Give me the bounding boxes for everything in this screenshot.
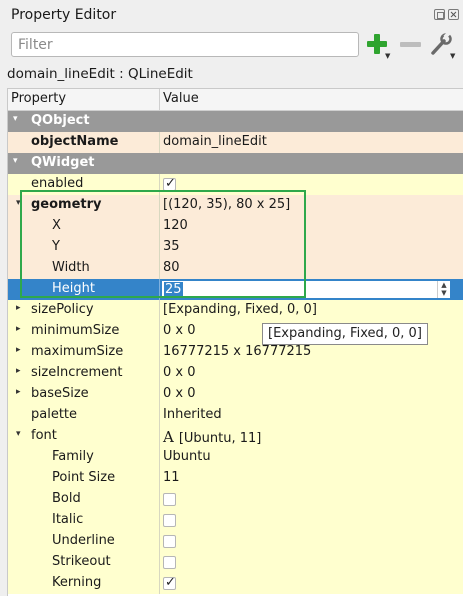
title-buttons (434, 9, 459, 20)
property-row-bold[interactable]: Bold (8, 489, 463, 510)
group-qwidget[interactable]: ▾ QWidget (8, 153, 463, 174)
property-row-font[interactable]: ▾ font A [Ubuntu, 11] (8, 426, 463, 447)
property-row-width[interactable]: Width 80 (8, 258, 463, 279)
collapse-arrow-icon[interactable]: ▾ (16, 198, 21, 208)
add-property-button[interactable]: ▼ (366, 32, 391, 60)
expand-arrow-icon[interactable]: ▸ (16, 345, 21, 355)
property-row-sizeincrement[interactable]: ▸ sizeIncrement 0 x 0 (8, 363, 463, 384)
filter-field[interactable] (11, 32, 359, 57)
collapse-arrow-icon[interactable]: ▾ (16, 429, 21, 439)
property-row-y[interactable]: Y 35 (8, 237, 463, 258)
property-row-enabled[interactable]: enabled (8, 174, 463, 195)
float-icon[interactable] (434, 9, 445, 20)
property-row-objectname[interactable]: objectName domain_lineEdit (8, 132, 463, 153)
group-qobject[interactable]: ▾ QObject (8, 111, 463, 132)
enabled-checkbox[interactable] (163, 176, 176, 191)
property-row-italic[interactable]: Italic (8, 510, 463, 531)
header-value[interactable]: Value (163, 91, 199, 106)
window-title: Property Editor (11, 7, 117, 23)
sizepolicy-tooltip: [Expanding, Fixed, 0, 0] (262, 323, 428, 345)
tree-header: Property Value (8, 89, 463, 111)
property-row-height[interactable]: Height 25 ▲ ▼ (8, 279, 463, 300)
bold-checkbox[interactable] (163, 493, 176, 506)
collapse-arrow-icon[interactable]: ▾ (13, 114, 18, 124)
object-class-label: domain_lineEdit : QLineEdit (7, 66, 193, 82)
title-bar: Property Editor (0, 0, 463, 30)
header-property[interactable]: Property (11, 91, 66, 106)
strikeout-checkbox[interactable] (163, 556, 176, 569)
filter-input[interactable] (12, 33, 358, 56)
property-row-family[interactable]: Family Ubuntu (8, 447, 463, 468)
remove-property-button[interactable] (400, 42, 421, 47)
property-row-pointsize[interactable]: Point Size 11 (8, 468, 463, 489)
property-row-kerning[interactable]: Kerning (8, 573, 463, 594)
dropdown-arrow-icon: ▼ (450, 52, 456, 60)
dropdown-arrow-icon: ▼ (385, 52, 391, 60)
property-row-x[interactable]: X 120 (8, 216, 463, 237)
property-row-sizepolicy[interactable]: ▸ sizePolicy [Expanding, Fixed, 0, 0] (8, 300, 463, 321)
collapse-arrow-icon[interactable]: ▾ (13, 156, 18, 166)
property-row-basesize[interactable]: ▸ baseSize 0 x 0 (8, 384, 463, 405)
expand-arrow-icon[interactable]: ▸ (16, 303, 21, 313)
height-spinbox[interactable]: 25 ▲ ▼ (161, 280, 451, 299)
expand-arrow-icon[interactable]: ▸ (16, 324, 21, 334)
property-row-maximumsize[interactable]: ▸ maximumSize 16777215 x 16777215 (8, 342, 463, 363)
property-row-strikeout[interactable]: Strikeout (8, 552, 463, 573)
property-row-palette[interactable]: palette Inherited (8, 405, 463, 426)
configure-button[interactable]: ▼ (429, 32, 457, 60)
expand-arrow-icon[interactable]: ▸ (16, 387, 21, 397)
font-icon: A (163, 428, 174, 446)
italic-checkbox[interactable] (163, 514, 176, 527)
expand-arrow-icon[interactable]: ▸ (16, 366, 21, 376)
close-icon[interactable] (448, 9, 459, 20)
font-value: [Ubuntu, 11] (178, 431, 262, 446)
property-row-underline[interactable]: Underline (8, 531, 463, 552)
underline-checkbox[interactable] (163, 535, 176, 548)
height-value[interactable]: 25 (164, 282, 183, 297)
spin-arrows-icon[interactable]: ▲ ▼ (437, 281, 450, 298)
kerning-checkbox[interactable] (163, 575, 176, 590)
property-row-geometry[interactable]: ▾ geometry [(120, 35), 80 x 25] (8, 195, 463, 216)
